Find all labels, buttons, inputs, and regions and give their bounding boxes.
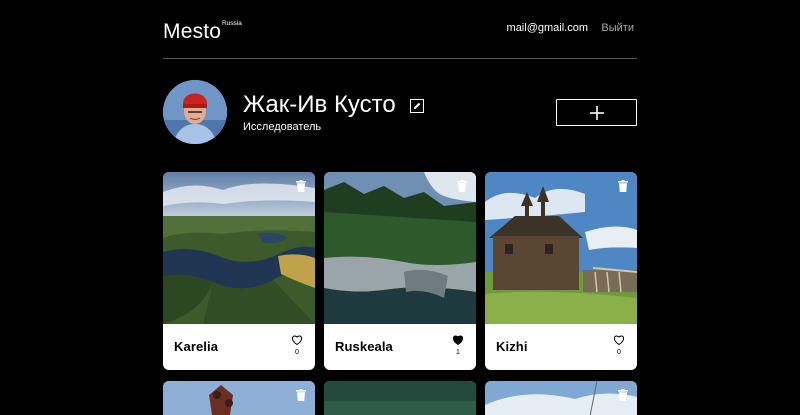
card-photo[interactable]	[163, 381, 315, 415]
logout-link[interactable]: Выйти	[601, 22, 634, 34]
trash-icon[interactable]	[618, 180, 628, 192]
card-title: Karelia	[174, 339, 219, 354]
card-row2-2	[324, 381, 476, 415]
trash-icon[interactable]	[296, 180, 306, 192]
logo-region: Russia	[222, 20, 242, 27]
heart-icon[interactable]	[613, 334, 625, 346]
card-photo[interactable]	[163, 172, 315, 324]
profile-name: Жак-Ив Кусто	[243, 91, 396, 118]
profile-about: Исследователь	[243, 121, 322, 133]
plus-icon	[589, 105, 604, 120]
trash-icon[interactable]	[618, 389, 628, 401]
edit-profile-button[interactable]	[410, 99, 424, 113]
page: Mesto Russia mail@gmail.com Выйти Жак-Ив…	[163, 0, 637, 415]
card-photo[interactable]	[324, 172, 476, 324]
like-count: 0	[617, 349, 621, 356]
heart-icon[interactable]	[291, 334, 303, 346]
header: Mesto Russia mail@gmail.com Выйти	[163, 0, 637, 59]
card-ruskeala: Ruskeala 1	[324, 172, 476, 370]
avatar[interactable]	[163, 80, 227, 144]
heart-icon-filled[interactable]	[452, 334, 464, 346]
card-title: Kizhi	[496, 339, 528, 354]
card-title: Ruskeala	[335, 339, 393, 354]
logo[interactable]: Mesto	[163, 20, 221, 44]
like-count: 0	[295, 349, 299, 356]
profile: Жак-Ив Кусто Исследователь	[163, 59, 637, 172]
card-karelia: Karelia 0	[163, 172, 315, 370]
pencil-icon	[414, 102, 421, 109]
card-photo[interactable]	[485, 381, 637, 415]
card-photo[interactable]	[485, 172, 637, 324]
trash-icon[interactable]	[457, 180, 467, 192]
avatar-image	[163, 80, 227, 144]
card-row2-3	[485, 381, 637, 415]
trash-icon[interactable]	[296, 389, 306, 401]
add-card-button[interactable]	[556, 99, 637, 126]
like-count: 1	[456, 349, 460, 356]
card-row2-1	[163, 381, 315, 415]
card-photo[interactable]	[324, 381, 476, 415]
user-email: mail@gmail.com	[506, 22, 588, 34]
card-kizhi: Kizhi 0	[485, 172, 637, 370]
